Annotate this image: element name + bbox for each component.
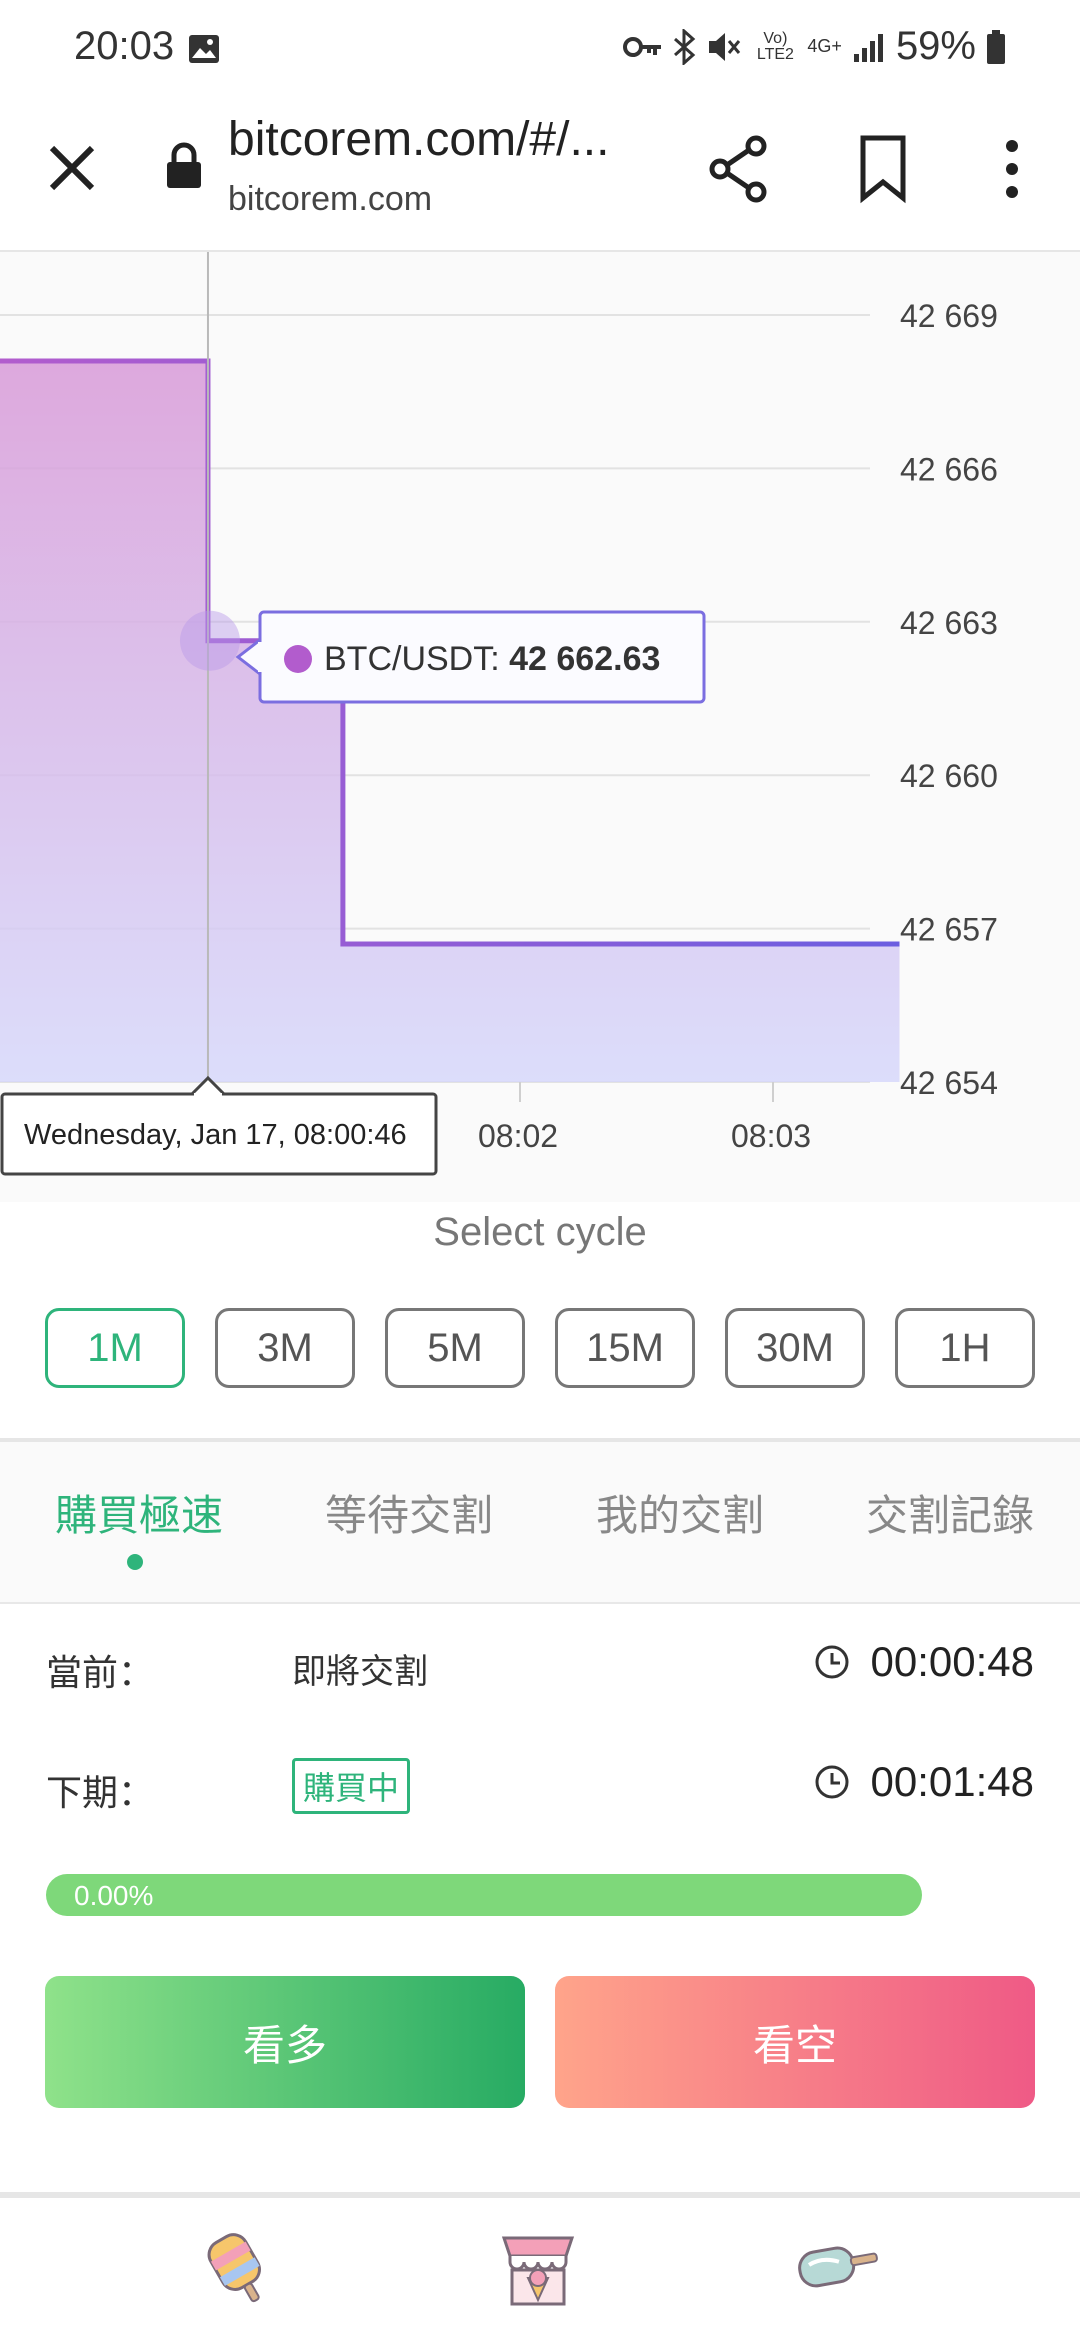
- bluetooth-icon: [674, 28, 696, 65]
- tooltip-value: 42 662.63: [509, 640, 660, 678]
- mute-icon: [709, 32, 741, 61]
- bookmark-icon[interactable]: [858, 134, 908, 204]
- lock-icon[interactable]: [164, 142, 204, 190]
- clock-time: 20:03: [74, 24, 175, 68]
- browser-toolbar: bitcorem.com/#/... bitcorem.com: [0, 110, 1080, 252]
- next-period-timer: 00:01:48: [870, 1758, 1035, 1805]
- date-tooltip-pointer-mask: [193, 1093, 222, 1097]
- date-tooltip-text: Wednesday, Jan 17, 08:00:46: [24, 1119, 407, 1151]
- y-tick-label: 42 654: [900, 1065, 998, 1101]
- tooltip-series-label: BTC/USDT:: [324, 640, 509, 678]
- next-period-status-badge: 購買中: [292, 1758, 411, 1814]
- clock-icon: [815, 1645, 849, 1679]
- buy-long-button[interactable]: 看多: [45, 1976, 525, 2108]
- more-menu-icon[interactable]: [1000, 134, 1024, 204]
- ice-cream-bar-icon[interactable]: [796, 2226, 880, 2310]
- cycle-1h-button[interactable]: 1H: [895, 1308, 1035, 1388]
- clock-icon: [815, 1765, 849, 1799]
- tab-pending-delivery[interactable]: 等待交割: [325, 1482, 493, 1543]
- shop-icon[interactable]: [496, 2226, 580, 2310]
- image-notification-icon: [189, 35, 219, 63]
- bottom-nav: [0, 2198, 1080, 2340]
- tooltip-pointer-mask: [258, 642, 263, 672]
- tab-delivery-records[interactable]: 交割記錄: [866, 1482, 1034, 1543]
- status-bar: 20:03 Vo) LTE2 4G+ 59%: [0, 0, 1080, 110]
- status-icons: Vo) LTE2 4G+ 59%: [623, 24, 1006, 69]
- cycle-30m-button[interactable]: 30M: [725, 1308, 865, 1388]
- popsicle-icon[interactable]: [198, 2226, 282, 2310]
- page-domain[interactable]: bitcorem.com: [228, 180, 432, 219]
- page-title[interactable]: bitcorem.com/#/...: [228, 112, 609, 167]
- next-period-label: 下期：: [46, 1772, 155, 1813]
- cycle-selector: 1M 3M 5M 15M 30M 1H: [45, 1308, 1035, 1388]
- trade-tabs: 購買極速 等待交割 我的交割 交割記錄: [0, 1442, 1080, 1604]
- next-period-row: 下期： 購買中 00:01:48: [0, 1724, 1080, 1844]
- tab-fast-buy[interactable]: 購買極速: [55, 1482, 223, 1543]
- progress-text: 0.00%: [74, 1880, 154, 1911]
- active-tab-indicator: [127, 1554, 143, 1570]
- network-type-label: 4G+: [807, 36, 842, 56]
- tooltip-series-dot: [284, 645, 312, 673]
- hover-halo: [179, 610, 240, 671]
- cycle-1m-button[interactable]: 1M: [45, 1308, 185, 1388]
- volte-label: Vo) LTE2: [756, 29, 794, 63]
- share-icon[interactable]: [704, 134, 774, 204]
- current-period-row: 當前： 即將交割 00:00:48: [0, 1604, 1080, 1724]
- y-tick-label: 42 663: [900, 605, 998, 641]
- current-period-timer: 00:00:48: [870, 1638, 1035, 1685]
- cycle-3m-button[interactable]: 3M: [215, 1308, 355, 1388]
- current-period-status: 即將交割: [292, 1653, 428, 1691]
- progress-bar: 0.00%: [46, 1874, 922, 1916]
- cycle-15m-button[interactable]: 15M: [555, 1308, 695, 1388]
- tab-my-delivery[interactable]: 我的交割: [596, 1482, 764, 1543]
- battery-percent: 59%: [895, 24, 976, 68]
- current-period-label: 當前：: [46, 1652, 155, 1693]
- price-chart-svg[interactable]: 42 669 42 666 42 663 42 660 42 657 42 654 08:0…: [0, 252, 1080, 1202]
- x-tick-label: 08:03: [731, 1118, 811, 1154]
- y-tick-label: 42 660: [900, 758, 998, 794]
- price-chart[interactable]: 42 669 42 666 42 663 42 660 42 657 42 654 08:0…: [0, 252, 1080, 1202]
- y-tick-label: 42 669: [900, 298, 998, 334]
- tooltip-text: BTC/USDT: 42 662.63: [324, 640, 660, 678]
- battery-icon: [987, 29, 1005, 64]
- x-tick-label: 08:02: [478, 1118, 558, 1154]
- y-tick-label: 42 657: [900, 912, 998, 948]
- buy-short-button[interactable]: 看空: [555, 1976, 1035, 2108]
- key-icon: [623, 36, 662, 57]
- y-tick-label: 42 666: [900, 451, 998, 487]
- select-cycle-label: Select cycle: [433, 1210, 647, 1254]
- cycle-5m-button[interactable]: 5M: [385, 1308, 525, 1388]
- signal-icon: [853, 33, 883, 62]
- close-icon[interactable]: [44, 140, 100, 196]
